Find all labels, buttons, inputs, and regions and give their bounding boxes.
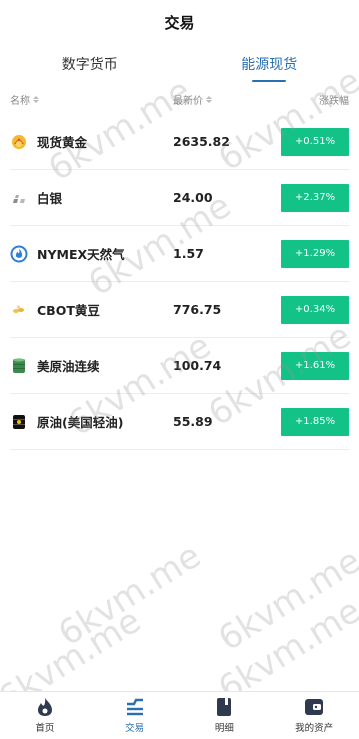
trade-icon <box>125 697 145 717</box>
gold-icon <box>10 133 28 151</box>
change-badge: +1.85% <box>281 407 349 436</box>
tab-energy-spot[interactable]: 能源现货 <box>180 44 359 84</box>
book-icon <box>214 697 234 717</box>
page-header: 交易 <box>0 0 359 44</box>
oil-barrel-green-icon <box>10 357 28 375</box>
item-name: 美原油连续 <box>37 359 100 374</box>
nav-my-assets[interactable]: 我的资产 <box>269 692 359 739</box>
watermark: 6kvm.me <box>51 535 208 655</box>
nav-details[interactable]: 明细 <box>180 692 270 739</box>
soybean-icon <box>10 301 28 319</box>
nav-home[interactable]: 首页 <box>0 692 90 739</box>
bottom-nav: 首页 交易 明细 我的资产 <box>0 691 359 739</box>
item-name: CBOT黄豆 <box>37 303 100 318</box>
sort-by-change[interactable]: 涨跌幅 <box>269 92 349 107</box>
silver-icon <box>10 189 28 207</box>
nav-trade[interactable]: 交易 <box>90 692 180 739</box>
nav-label: 交易 <box>125 723 145 734</box>
tab-label: 能源现货 <box>241 57 298 73</box>
item-price: 55.89 <box>173 414 213 429</box>
sort-by-price[interactable]: 最新价 <box>173 92 269 107</box>
sort-by-name[interactable]: 名称 <box>10 92 173 107</box>
change-badge: +1.29% <box>281 239 349 268</box>
sort-icon <box>206 95 212 103</box>
wallet-icon <box>304 697 324 717</box>
sort-icon <box>33 95 39 103</box>
tab-digital-currency[interactable]: 数字货币 <box>0 44 180 84</box>
watermark: 6kvm.me <box>211 540 359 660</box>
oil-barrel-black-icon <box>10 413 28 431</box>
page-title: 交易 <box>164 13 195 32</box>
item-name: 现货黄金 <box>37 135 88 150</box>
item-name: 原油(美国轻油) <box>37 415 124 430</box>
item-name: 白银 <box>37 191 63 206</box>
nav-label: 我的资产 <box>295 723 334 734</box>
market-tabs: 数字货币 能源现货 <box>0 44 359 84</box>
change-badge: +0.34% <box>281 295 349 324</box>
list-item[interactable]: 美原油连续 100.74 +1.61% <box>10 338 349 394</box>
item-price: 776.75 <box>173 302 222 317</box>
tab-label: 数字货币 <box>61 57 118 73</box>
item-price: 24.00 <box>173 190 213 205</box>
list-item[interactable]: CBOT黄豆 776.75 +0.34% <box>10 282 349 338</box>
nav-label: 首页 <box>35 723 55 734</box>
column-price-label: 最新价 <box>173 95 203 107</box>
change-badge: +0.51% <box>281 127 349 156</box>
list-item[interactable]: 现货黄金 2635.82 +0.51% <box>10 114 349 170</box>
change-badge: +2.37% <box>281 183 349 212</box>
item-price: 1.57 <box>173 246 204 261</box>
list-item[interactable]: 白银 24.00 +2.37% <box>10 170 349 226</box>
gas-flame-icon <box>10 245 28 263</box>
column-change-label: 涨跌幅 <box>319 95 349 107</box>
item-price: 2635.82 <box>173 134 230 149</box>
market-list: 现货黄金 2635.82 +0.51% 白银 24.00 +2.37% NYME… <box>0 114 359 450</box>
item-name: NYMEX天然气 <box>37 247 125 262</box>
flame-home-icon <box>35 697 55 717</box>
item-price: 100.74 <box>173 358 222 373</box>
column-name-label: 名称 <box>10 95 30 107</box>
list-item[interactable]: NYMEX天然气 1.57 +1.29% <box>10 226 349 282</box>
list-item[interactable]: 原油(美国轻油) 55.89 +1.85% <box>10 394 349 450</box>
change-badge: +1.61% <box>281 351 349 380</box>
nav-label: 明细 <box>214 723 234 734</box>
column-header: 名称 最新价 涨跌幅 <box>0 84 359 114</box>
